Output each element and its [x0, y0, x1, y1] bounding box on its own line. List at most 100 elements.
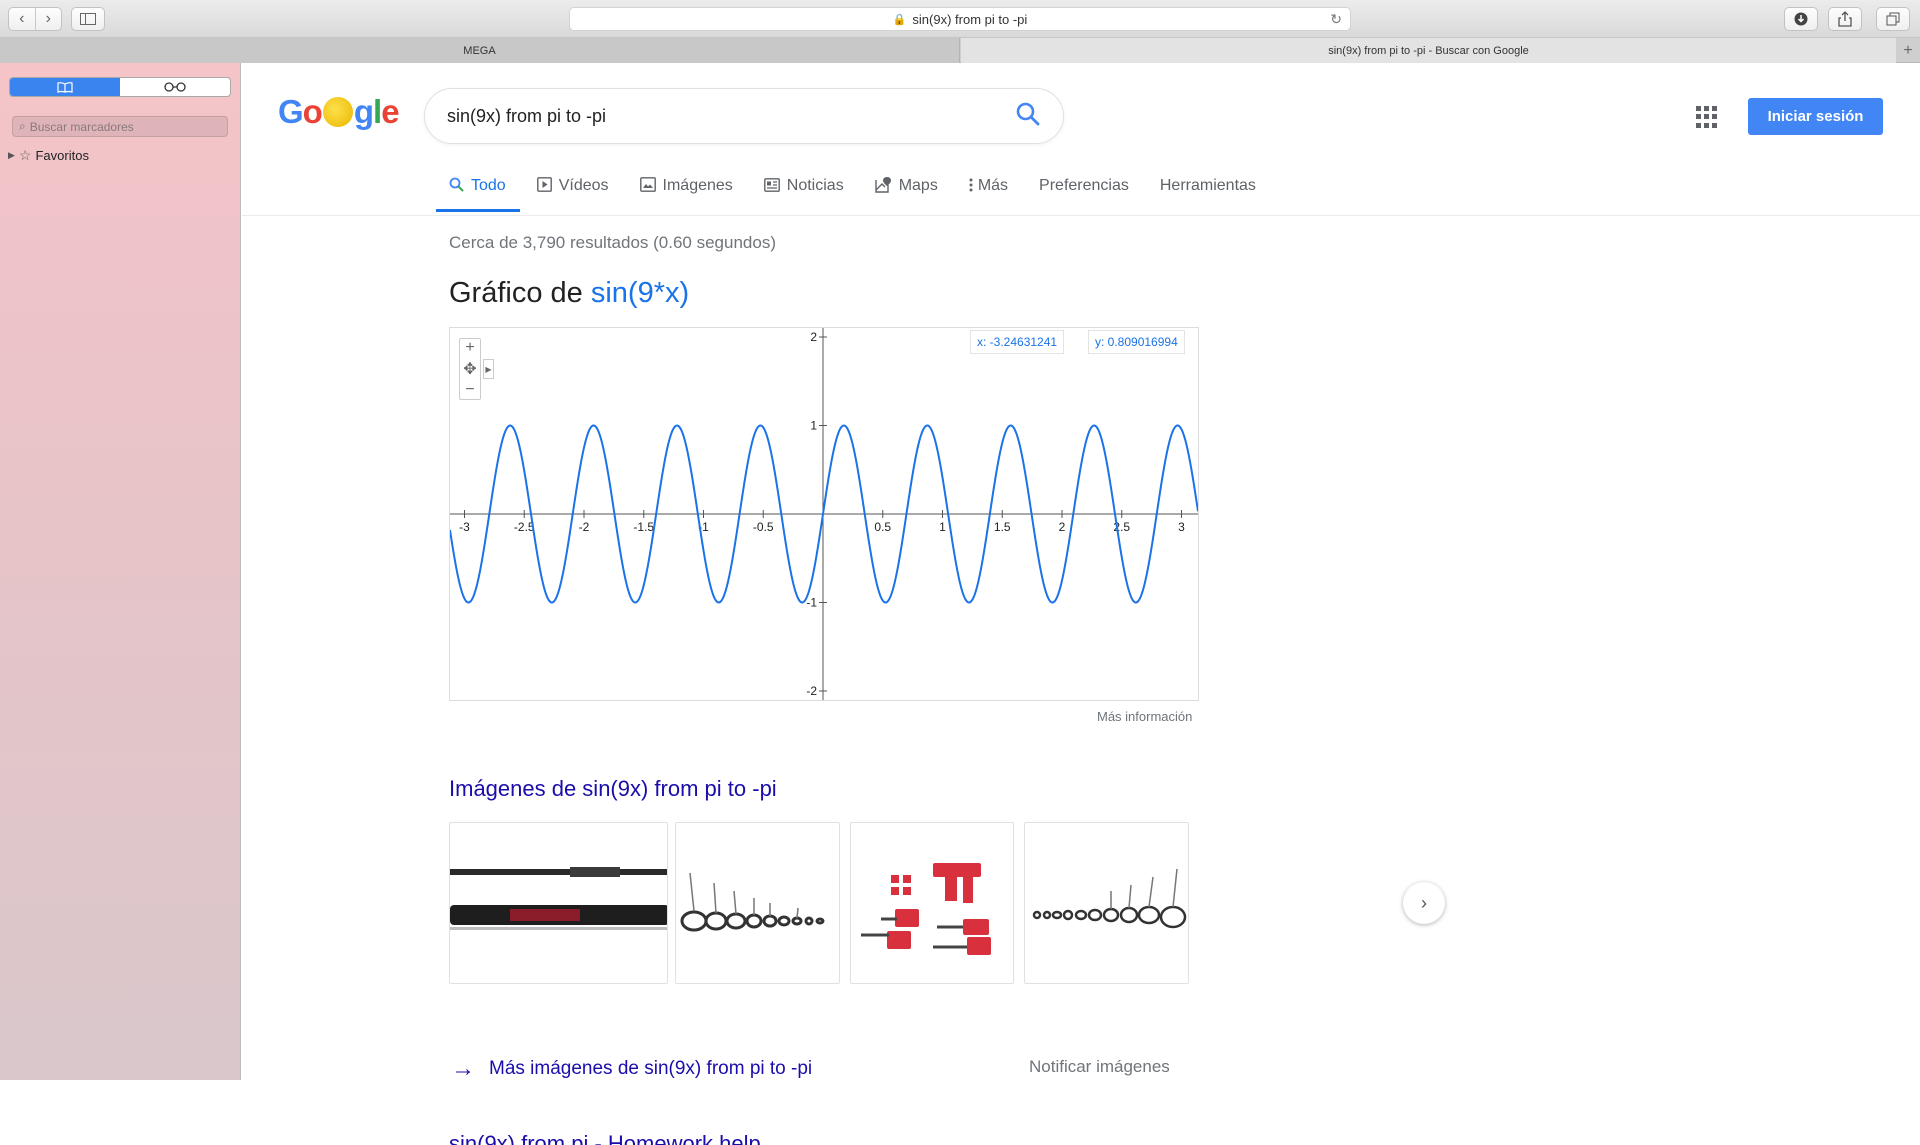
address-bar[interactable]: 🔒 sin(9x) from pi to -pi ↻ [569, 7, 1351, 31]
zoom-controls: + ✥ − [459, 338, 481, 400]
arrow-right-icon: → [451, 1055, 475, 1082]
next-result-title[interactable]: sin(9x) from pi - Homework help [449, 1133, 761, 1145]
logo-letter: G [278, 93, 304, 130]
function-graph[interactable]: -3 -2.5 -2 -1.5 -1 -0.5 0.5 1 1.5 2 2.5 3 -2 -1 1 2 + ✥… [449, 327, 1199, 701]
tabs-overview-icon[interactable] [1876, 7, 1910, 31]
more-vert-icon [969, 178, 973, 195]
tab-preferencias[interactable]: Preferencias [1039, 163, 1129, 209]
tab-maps[interactable]: Maps [874, 163, 938, 209]
map-icon [874, 176, 892, 196]
tab-herramientas[interactable]: Herramientas [1160, 163, 1256, 209]
y-tick-label: 1 [810, 419, 817, 433]
apps-grid-icon[interactable] [1696, 106, 1718, 128]
tab-imagenes[interactable]: Imágenes [639, 163, 733, 209]
more-images-label: Más imágenes de sin(9x) from pi to -pi [489, 1058, 813, 1079]
search-tabs: Todo Vídeos Imágenes Noticias Maps Más P… [436, 163, 1287, 212]
nav-buttons: ‹ › [8, 7, 62, 31]
graph-plot-area[interactable]: -3 -2.5 -2 -1.5 -1 -0.5 0.5 1 1.5 2 2.5 3-2-112 [450, 328, 1198, 700]
sidebar-item-favorites[interactable]: ▶ ☆ Favoritos [8, 147, 89, 164]
play-icon [536, 177, 552, 195]
disclosure-triangle-icon[interactable]: ▶ [8, 150, 15, 161]
downloads-icon[interactable] [1784, 7, 1818, 31]
tab-google-search[interactable]: sin(9x) from pi to -pi - Buscar con Goog… [961, 38, 1896, 63]
tab-label: Más [977, 177, 1009, 194]
star-icon: ☆ [18, 147, 32, 163]
tab-label: Imágenes [662, 177, 733, 194]
search-icon[interactable] [1015, 101, 1041, 132]
back-icon[interactable]: ‹ [9, 8, 36, 30]
search-icon [449, 177, 464, 195]
x-tick-label: -3 [459, 520, 470, 534]
bookmarks-tab-icon[interactable] [10, 78, 120, 96]
reload-icon[interactable]: ↻ [1330, 11, 1342, 28]
tab-videos[interactable]: Vídeos [536, 163, 609, 209]
result-stats: Cerca de 3,790 resultados (0.60 segundos… [449, 233, 776, 252]
tab-mega[interactable]: MEGA [0, 38, 960, 63]
news-icon [763, 177, 780, 195]
lock-icon: 🔒 [892, 13, 907, 26]
share-icon[interactable] [1828, 7, 1862, 31]
header-divider [242, 215, 1920, 216]
chevron-right-icon: › [1421, 892, 1427, 913]
forward-icon[interactable]: › [36, 8, 62, 30]
logo-letter: e [381, 93, 399, 130]
x-tick-label: 1 [939, 520, 946, 534]
images-section-header[interactable]: Imágenes de sin(9x) from pi to -pi [449, 776, 777, 802]
x-tick-label: -1.5 [633, 520, 654, 534]
image-thumbnail[interactable] [675, 822, 840, 984]
more-images-link[interactable]: → Más imágenes de sin(9x) from pi to -pi [451, 1055, 812, 1083]
bookmarks-search-input[interactable]: ⌕ Buscar marcadores [12, 116, 228, 137]
image-icon [639, 177, 656, 195]
search-icon: ⌕ [19, 119, 26, 133]
sidebar-segmented-control [9, 77, 231, 97]
graph-function: sin(9*x) [590, 277, 690, 309]
image-thumbnail[interactable] [449, 822, 668, 984]
tab-mas[interactable]: Más [969, 163, 1008, 209]
browser-toolbar: ‹ › 🔒 sin(9x) from pi to -pi ↻ [0, 0, 1920, 38]
google-doodle-logo[interactable]: Go gle [278, 93, 400, 131]
y-tick-label: -1 [806, 596, 817, 610]
google-results-page: Go gle sin(9x) from pi to -pi Iniciar ses… [242, 63, 1920, 1145]
zoom-out-icon[interactable]: − [465, 381, 474, 399]
y-tick-label: -2 [806, 684, 817, 698]
coord-y-readout: y: 0.809016994 [1088, 330, 1185, 354]
tab-title: MEGA [463, 44, 496, 57]
logo-letter: l [373, 93, 382, 130]
x-tick-label: 0.5 [874, 520, 891, 534]
x-tick-label: -2 [579, 520, 590, 534]
zoom-in-icon[interactable]: + [465, 339, 474, 357]
x-tick-label: 3 [1178, 520, 1185, 534]
graph-title: Gráfico de sin(9*x) [449, 277, 689, 310]
more-info-link[interactable]: Más información [1097, 709, 1192, 724]
y-tick-label: 2 [810, 330, 817, 344]
tab-label: Preferencias [1039, 177, 1129, 194]
expand-arrow-icon[interactable]: ▶ [483, 359, 494, 379]
tab-label: Noticias [786, 177, 844, 194]
signin-button[interactable]: Iniciar sesión [1748, 98, 1883, 135]
tab-label: Herramientas [1159, 177, 1256, 194]
tab-label: Maps [898, 177, 938, 194]
pan-icon[interactable]: ✥ [463, 359, 476, 379]
address-text: sin(9x) from pi to -pi [912, 11, 1028, 27]
coord-x-readout: x: -3.24631241 [970, 330, 1065, 354]
image-thumbnail[interactable] [850, 822, 1014, 984]
next-images-button[interactable]: › [1403, 882, 1445, 924]
x-tick-label: -0.5 [753, 520, 774, 534]
search-query: sin(9x) from pi to -pi [447, 105, 607, 126]
image-thumbnail[interactable] [1024, 822, 1189, 984]
new-tab-button[interactable]: + [1896, 38, 1920, 63]
tab-todo[interactable]: Todo [436, 163, 520, 212]
reading-list-tab-icon[interactable] [120, 78, 230, 96]
tab-noticias[interactable]: Noticias [763, 163, 844, 209]
search-input[interactable]: sin(9x) from pi to -pi [424, 88, 1064, 144]
sidebar-toggle-icon[interactable] [71, 7, 105, 31]
report-images-link[interactable]: Notificar imágenes [1029, 1057, 1170, 1077]
tab-bar: MEGA sin(9x) from pi to -pi - Buscar con… [0, 38, 1920, 63]
logo-letter: o [302, 93, 323, 130]
tab-title: sin(9x) from pi to -pi - Buscar con Goog… [1328, 44, 1529, 57]
tab-label: Vídeos [558, 177, 609, 194]
favorites-label: Favoritos [35, 148, 89, 163]
tab-label: Todo [471, 177, 506, 194]
bookmarks-sidebar: ⌕ Buscar marcadores ▶ ☆ Favoritos [0, 63, 241, 1080]
logo-letter: g [353, 93, 374, 130]
